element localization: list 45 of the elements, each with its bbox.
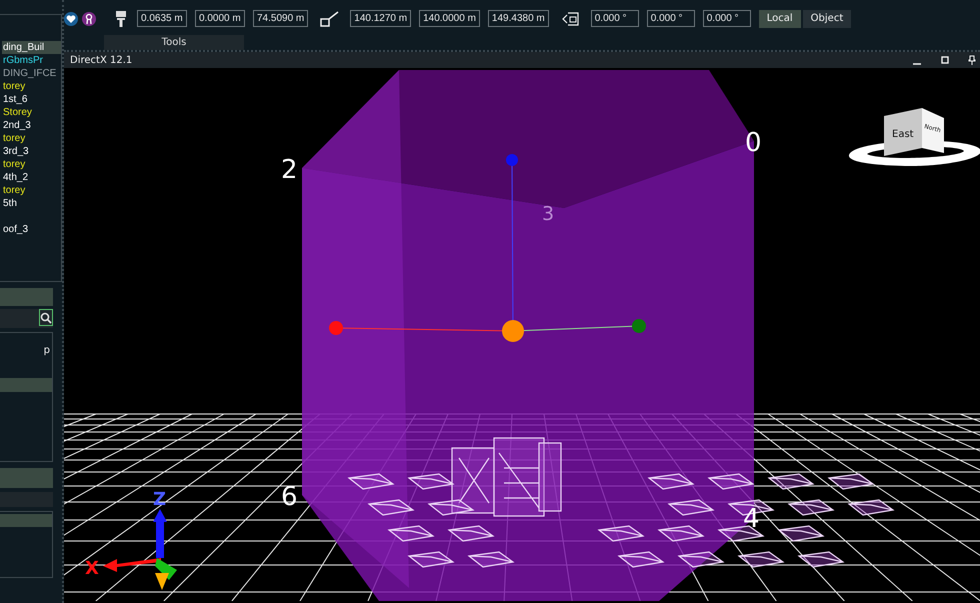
size-field[interactable]: 140.0000 m [419, 10, 480, 27]
size-field[interactable]: 140.1270 m [350, 10, 412, 27]
search-icon[interactable] [39, 309, 53, 326]
tree-item[interactable]: 4th_2 [2, 171, 61, 184]
position-field[interactable]: 74.5090 m [253, 10, 308, 27]
vertex-label: 3 [542, 203, 554, 225]
panel-text: p [42, 345, 51, 356]
tree-item[interactable]: 5th [2, 197, 61, 210]
toggle-button[interactable]: Local [758, 10, 801, 28]
ribbon-icon[interactable] [82, 12, 96, 26]
tree-item[interactable]: DING_IFCE [2, 67, 61, 80]
tree-item[interactable]: torey [2, 158, 61, 171]
vertex-label: 2 [281, 155, 298, 185]
tree-item[interactable]: torey [2, 80, 61, 93]
panel-header [0, 468, 53, 488]
tree-item[interactable]: ding_Buil [2, 41, 61, 54]
tree-item[interactable]: torey [2, 132, 61, 145]
size-field[interactable]: 149.4380 m [488, 10, 549, 27]
heart-icon[interactable] [64, 12, 78, 26]
view-cube-label: East [892, 129, 914, 140]
panel-header [0, 288, 53, 306]
tree-item[interactable]: 3rd_3 [2, 145, 61, 158]
tree-item[interactable]: Storey [2, 106, 61, 119]
pin-icon[interactable] [968, 55, 976, 65]
vertex-label: 0 [745, 128, 762, 158]
tree-item[interactable]: 2nd_3 [2, 119, 61, 132]
rotation-field[interactable]: 0.000 ° [702, 10, 751, 27]
rotation-field[interactable]: 0.000 ° [646, 10, 695, 27]
tree-item[interactable]: oof_3 [2, 223, 61, 236]
window-title: DirectX 12.1 [70, 54, 132, 66]
group-label: Tools [104, 35, 244, 50]
tree-item[interactable]: rGbmsPr [2, 54, 61, 67]
position-field[interactable]: 0.0000 m [195, 10, 245, 27]
scale-icon[interactable] [320, 10, 340, 28]
vertex-label: 4 [743, 504, 760, 534]
view-cube-face[interactable] [922, 108, 944, 153]
tree-item[interactable]: 1st_6 [2, 93, 61, 106]
rotation-field[interactable]: 0.000 ° [590, 10, 639, 27]
view-cube-face[interactable] [884, 108, 922, 156]
rotate-view-icon[interactable] [560, 10, 581, 28]
tree-item[interactable]: torey [2, 184, 61, 197]
position-field[interactable]: 0.0635 m [137, 10, 187, 27]
maximize-icon[interactable] [940, 55, 950, 65]
toggle-button[interactable]: Object [802, 10, 852, 28]
brush-icon[interactable] [115, 10, 127, 28]
